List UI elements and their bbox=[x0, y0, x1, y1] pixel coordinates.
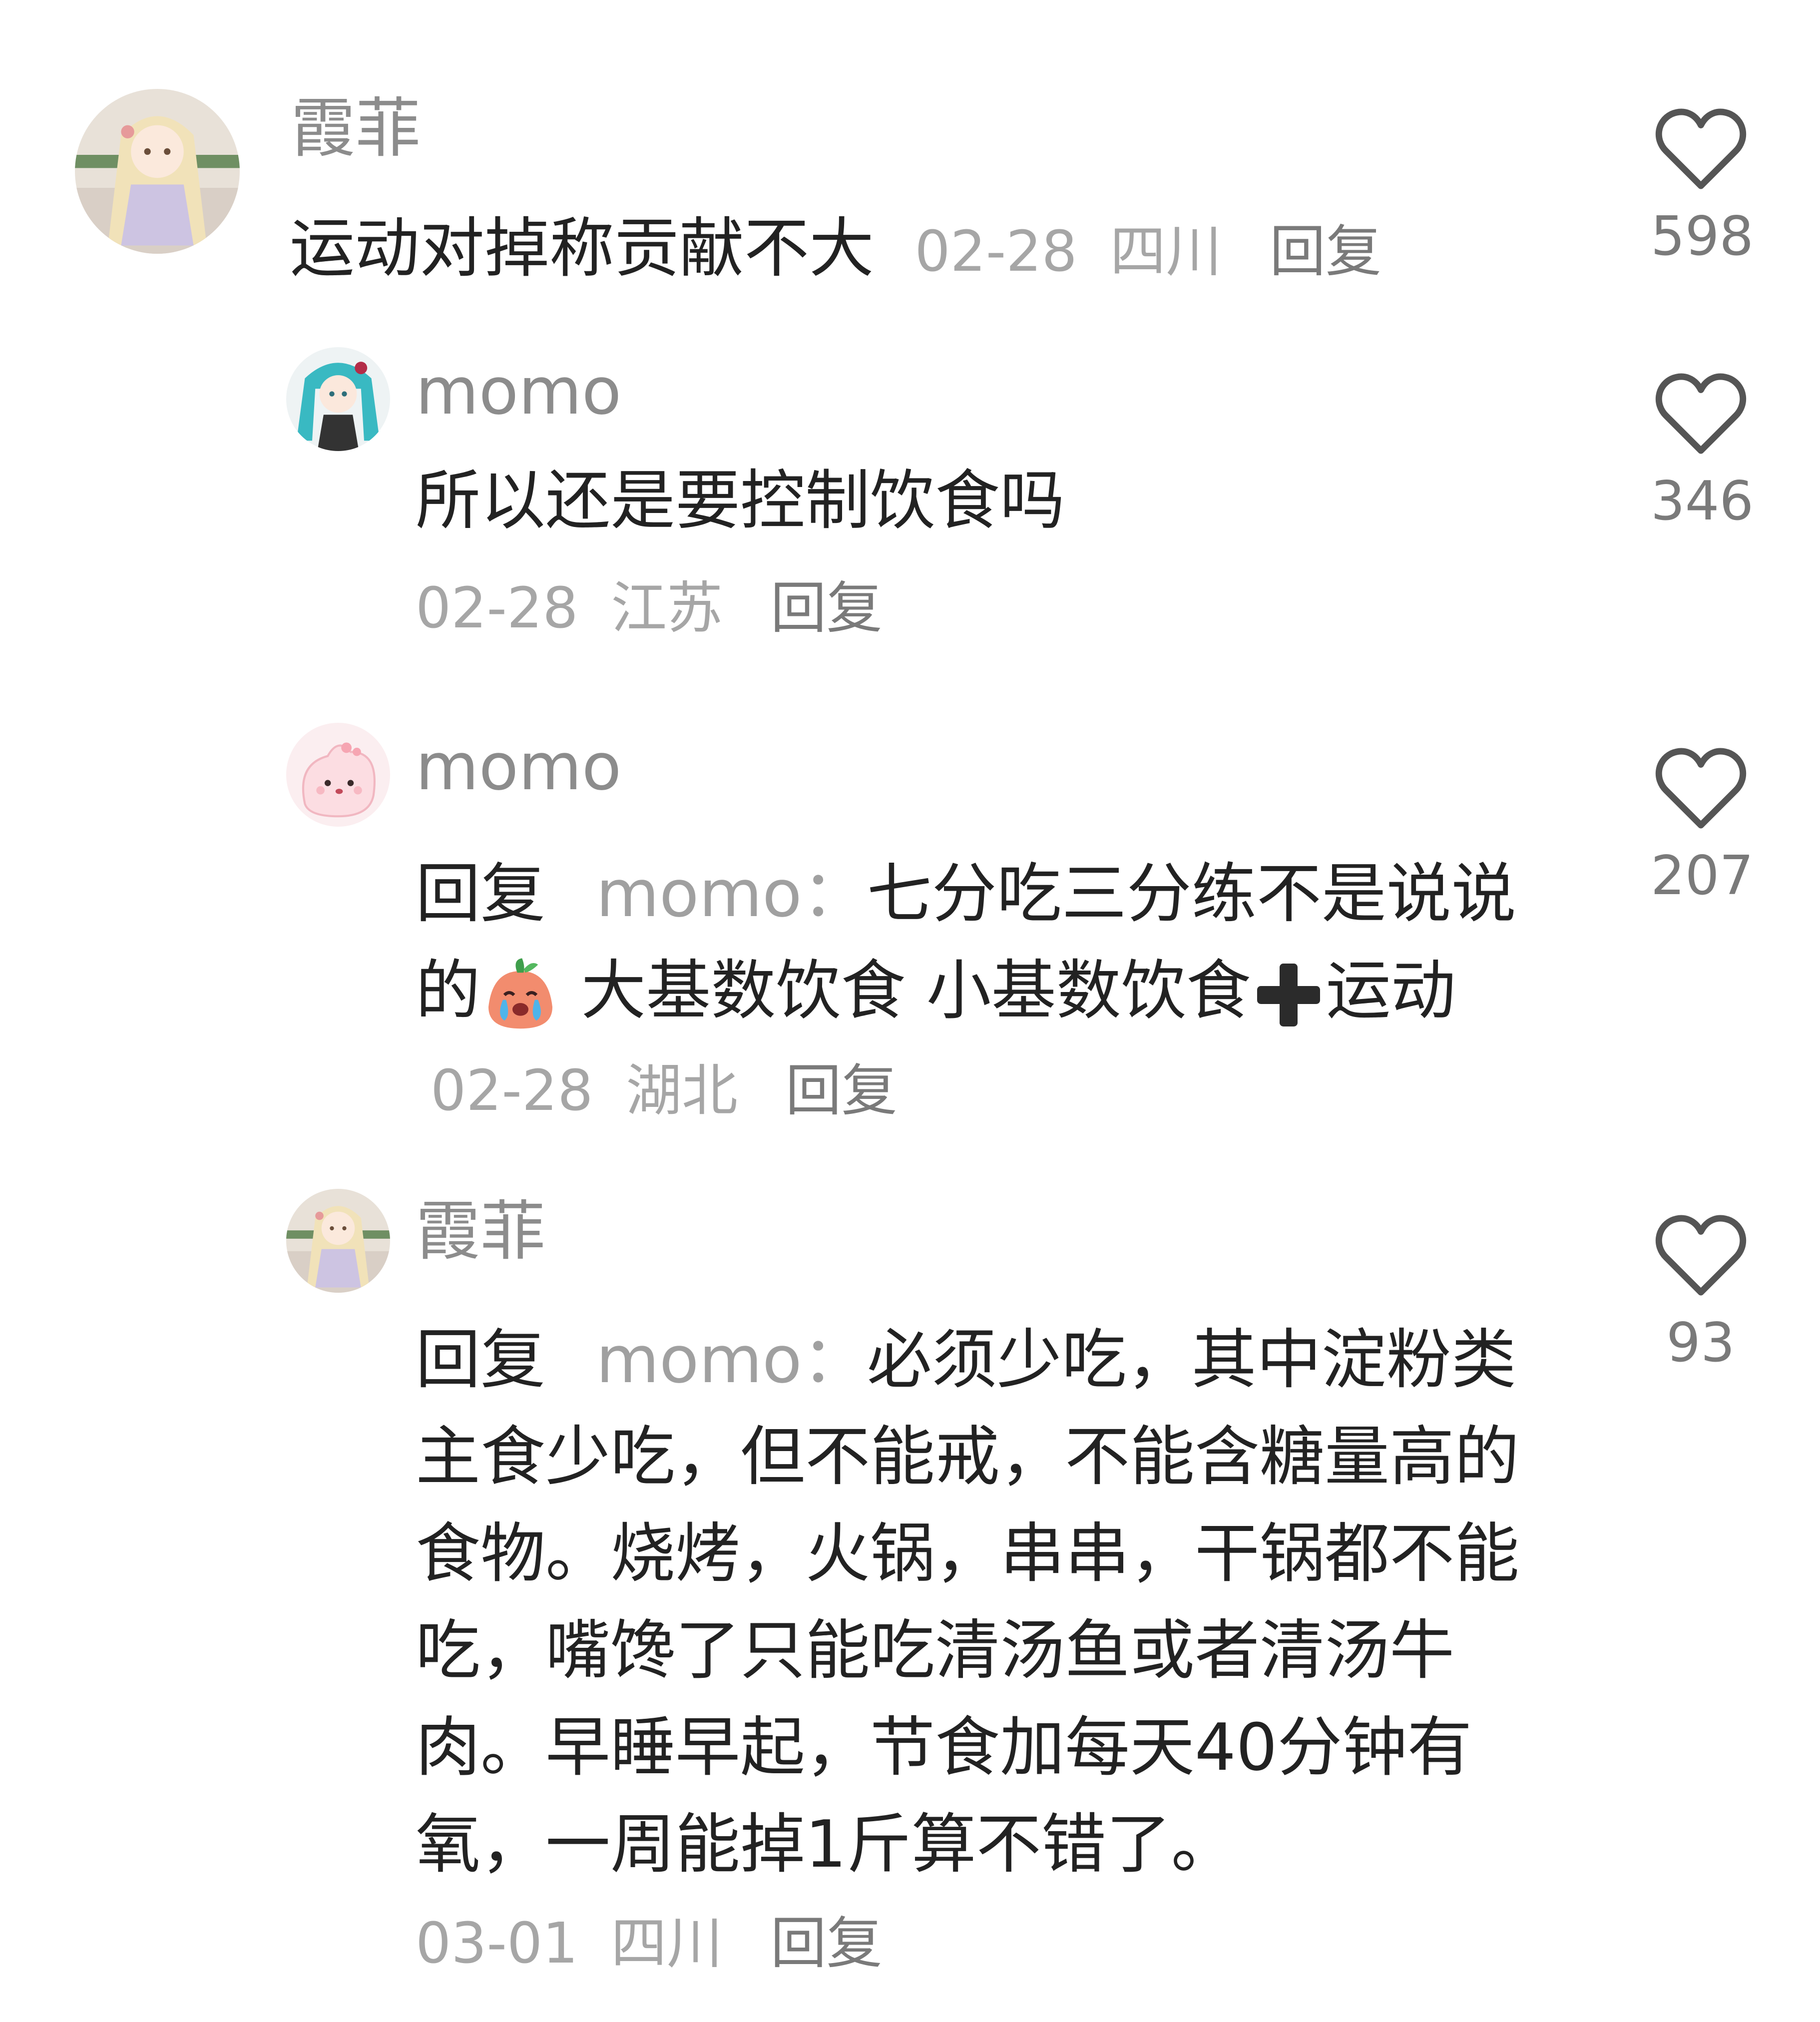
avatar[interactable] bbox=[286, 723, 390, 827]
comment-date: 02-28 bbox=[914, 219, 1077, 284]
comment-body-part2: 大基数饮食 小基数饮食 bbox=[560, 953, 1251, 1028]
reply-button[interactable]: 回复 bbox=[786, 1058, 898, 1123]
comment-text: 运动对掉称贡献不大 02-28 四川 回复 bbox=[290, 200, 1381, 297]
comment-username[interactable]: 霞菲 bbox=[291, 96, 421, 161]
comment-body: 运动对掉称贡献不大 bbox=[290, 210, 875, 286]
heavy-plus-emoji-icon bbox=[1251, 958, 1326, 1032]
like-button[interactable]: 346 bbox=[1651, 370, 1754, 532]
avatar[interactable] bbox=[286, 347, 390, 451]
comment-meta: 03-01 四川 回复 bbox=[416, 1916, 883, 1972]
comment-meta: 02-28 湖北 回复 bbox=[431, 1058, 898, 1123]
comment-username[interactable]: 霞菲 bbox=[416, 1199, 545, 1264]
heart-icon bbox=[1655, 373, 1746, 454]
avatar[interactable] bbox=[75, 89, 240, 254]
girl-blonde-avatar-icon bbox=[286, 1189, 390, 1293]
comment-location: 四川 bbox=[1110, 219, 1222, 284]
mention-username[interactable]: momo： bbox=[596, 856, 867, 932]
like-count: 598 bbox=[1651, 205, 1754, 268]
comment-body: 必须少吃，其中淀粉类主食少吃，但不能戒，不能含糖量高的食物。烧烤，火锅，串串，干… bbox=[416, 1322, 1520, 1882]
heart-icon bbox=[1655, 1215, 1746, 1296]
comment-username[interactable]: momo bbox=[416, 734, 621, 799]
like-button[interactable]: 207 bbox=[1651, 744, 1754, 907]
comment-meta: 02-28 江苏 回复 bbox=[416, 580, 883, 636]
reply-button[interactable]: 回复 bbox=[771, 576, 883, 641]
pink-blob-avatar-icon bbox=[286, 723, 390, 827]
comment-body: 所以还是要控制饮食吗 bbox=[416, 463, 1065, 538]
comment-location: 湖北 bbox=[626, 1058, 738, 1123]
like-button[interactable]: 93 bbox=[1651, 1211, 1751, 1370]
like-count: 93 bbox=[1666, 1312, 1735, 1374]
like-button[interactable]: 598 bbox=[1651, 105, 1754, 268]
comment-date: 02-28 bbox=[416, 576, 578, 641]
comment-location: 江苏 bbox=[611, 576, 723, 641]
comment-text: 回复 momo：必须少吃，其中淀粉类主食少吃，但不能戒，不能含糖量高的食物。烧烤… bbox=[416, 1311, 1564, 1893]
comment-date: 02-28 bbox=[431, 1058, 593, 1123]
heart-icon bbox=[1655, 108, 1746, 189]
reply-button[interactable]: 回复 bbox=[771, 1911, 883, 1976]
reply-prefix: 回复 bbox=[416, 1322, 546, 1398]
comment-meta: 02-28 四川 回复 bbox=[914, 219, 1381, 284]
reply-prefix: 回复 bbox=[416, 856, 546, 932]
comment-body-part3: 运动 bbox=[1326, 953, 1456, 1028]
comment-date: 03-01 bbox=[416, 1911, 578, 1976]
comment-text: 回复 momo：七分吃三分练不是说说的 大基数饮食 小基数饮食 运动 02-28… bbox=[416, 845, 1574, 1136]
girl-blonde-avatar-icon bbox=[75, 89, 240, 254]
crying-peach-emoji-icon bbox=[480, 955, 560, 1035]
like-count: 207 bbox=[1651, 845, 1754, 907]
like-count: 346 bbox=[1651, 470, 1754, 532]
reply-button[interactable]: 回复 bbox=[1270, 219, 1381, 284]
comment-username[interactable]: momo bbox=[416, 359, 621, 424]
comment-location: 四川 bbox=[611, 1911, 723, 1976]
teal-hair-avatar-icon bbox=[286, 347, 390, 451]
avatar[interactable] bbox=[286, 1189, 390, 1293]
mention-username[interactable]: momo： bbox=[596, 1322, 867, 1398]
heart-icon bbox=[1655, 748, 1746, 829]
